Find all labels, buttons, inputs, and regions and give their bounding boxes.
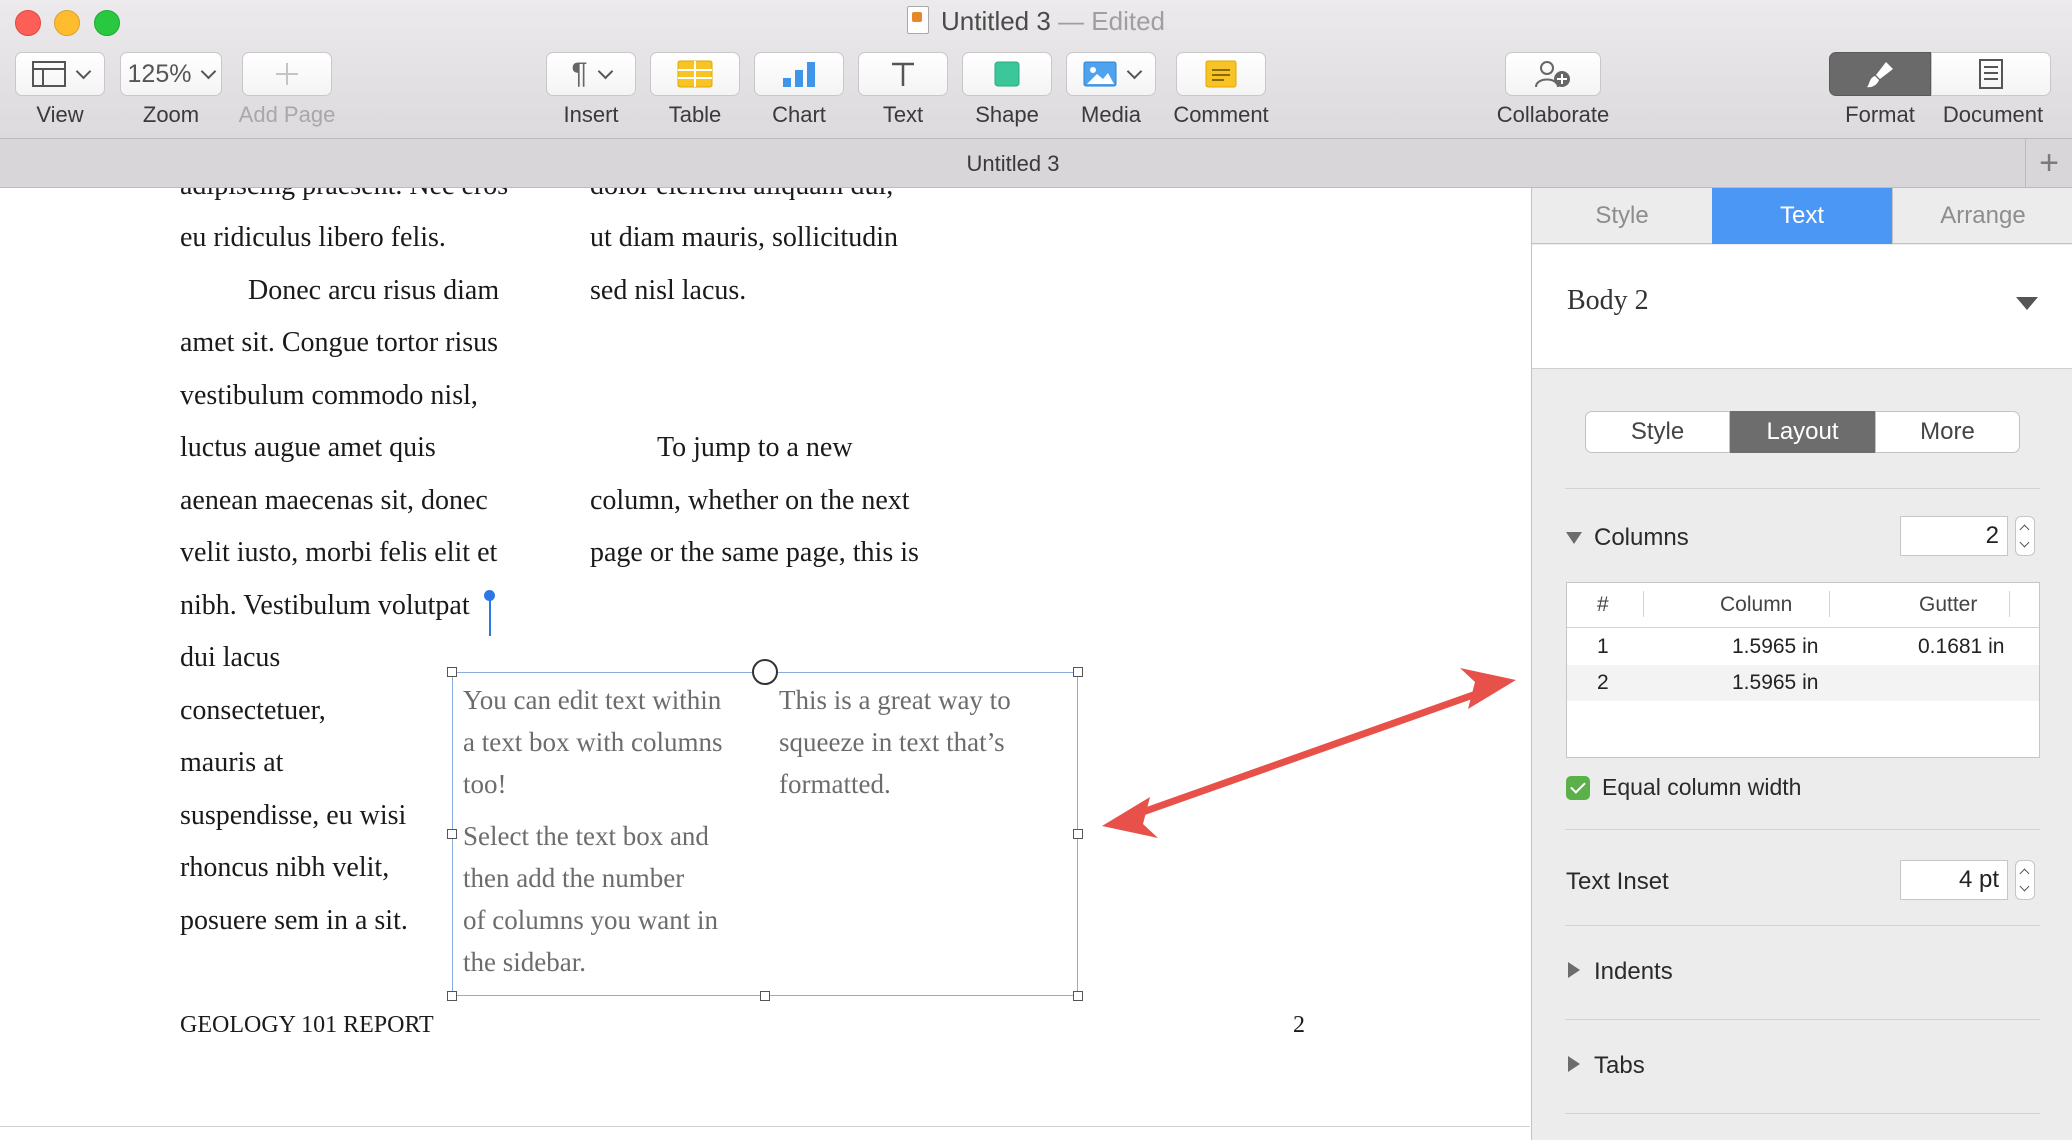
arrowhead-left [1102,797,1158,838]
annotation-arrow [1102,668,1516,838]
arrowhead-right [1460,668,1516,709]
